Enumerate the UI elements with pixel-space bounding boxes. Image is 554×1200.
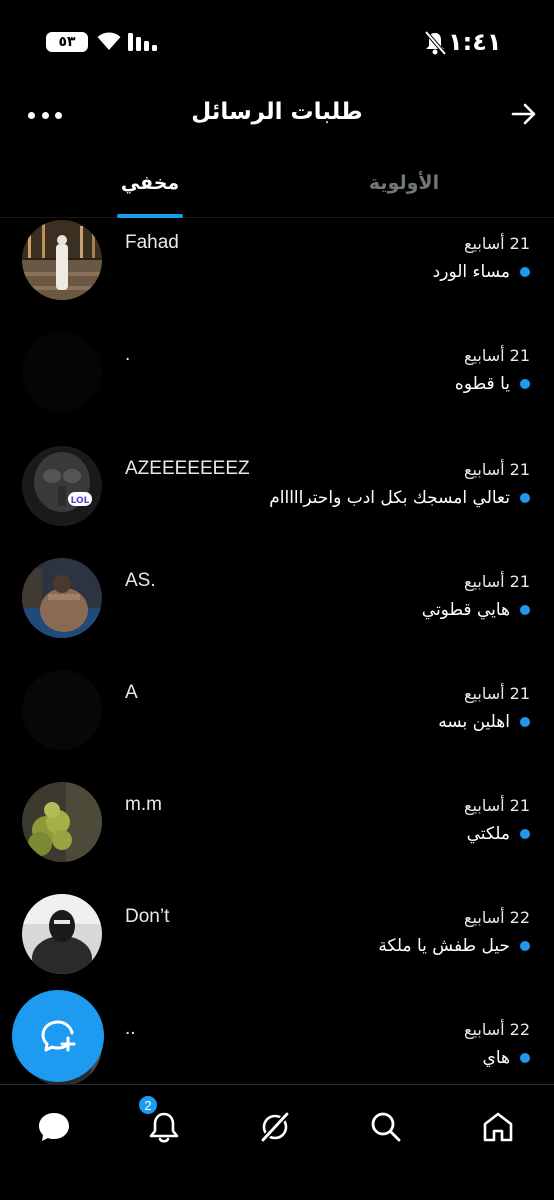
message-text: هايي قطوتي (421, 600, 510, 620)
search-icon (371, 1112, 401, 1142)
unread-dot (520, 493, 530, 503)
avatar[interactable] (22, 894, 102, 974)
unread-dot (520, 267, 530, 277)
conversation-row[interactable]: A 21 أسابيع اهلين بسه (0, 668, 554, 780)
message-time: 21 أسابيع (464, 684, 530, 703)
new-message-icon (41, 1020, 76, 1052)
page-title-text: طلبات الرسائل (191, 99, 363, 125)
tab-hidden[interactable]: مخفي (110, 160, 190, 218)
sender-name: Don’t (125, 906, 170, 927)
sender-name: . (125, 344, 131, 365)
notifications-badge: 2 (138, 1095, 158, 1115)
nav-search[interactable] (358, 1099, 414, 1155)
unread-dot (520, 941, 530, 951)
tab-label: مخفي (120, 172, 180, 194)
avatar[interactable] (22, 332, 102, 412)
unread-dot (520, 379, 530, 389)
message-time: 21 أسابيع (464, 460, 530, 479)
message-time: 21 أسابيع (464, 572, 530, 591)
header: طلبات الرسائل (0, 86, 554, 146)
message-time: 22 أسابيع (464, 908, 530, 927)
message-text: يا قطوه (454, 374, 510, 394)
conversation-row[interactable]: AS. 21 أسابيع هايي قطوتي (0, 556, 554, 668)
home-icon (483, 1112, 513, 1142)
message-text: حيل طفش يا ملكة (378, 936, 510, 956)
message-preview: هاي (483, 1048, 530, 1068)
nav-grok[interactable] (247, 1099, 303, 1155)
bottom-nav: 2 (0, 1084, 554, 1200)
sender-name: AS. (125, 570, 156, 591)
message-preview: هايي قطوتي (422, 600, 530, 620)
nav-home[interactable] (470, 1099, 526, 1155)
notifications-icon (149, 1112, 179, 1143)
status-bar: ٥٣ ١:٤١ (0, 0, 554, 84)
sender-name: Fahad (125, 232, 179, 253)
message-preview: تعالي امسجك بكل ادب واحترااااام (269, 488, 530, 508)
signal-icon (128, 33, 157, 51)
message-time: 22 أسابيع (464, 1020, 530, 1039)
message-text: تعالي امسجك بكل ادب واحترااااام (269, 488, 510, 508)
unread-dot (520, 829, 530, 839)
nav-messages[interactable] (26, 1099, 82, 1155)
message-text: هاي (482, 1048, 510, 1068)
new-message-button[interactable] (12, 990, 104, 1082)
conversation-row[interactable]: Fahad 21 أسابيع مساء الورد (0, 218, 554, 330)
avatar[interactable] (22, 782, 102, 862)
sender-name: .. (125, 1018, 136, 1039)
message-preview: يا قطوه (455, 374, 530, 394)
message-preview: حيل طفش يا ملكة (378, 936, 530, 956)
message-preview: اهلين بسه (438, 712, 530, 732)
page-title: طلبات الرسائل (0, 99, 554, 125)
back-arrow-icon[interactable] (510, 100, 538, 128)
conversation-row[interactable]: LOL AZEEEEEEEZ 21 أسابيع تعالي امسجك بكل… (0, 444, 554, 556)
tabs: مخفي الأولوية (0, 160, 554, 218)
avatar[interactable] (22, 670, 102, 750)
messages-icon (39, 1113, 69, 1141)
message-time: 21 أسابيع (464, 346, 530, 365)
unread-dot (520, 605, 530, 615)
conversation-list: Fahad 21 أسابيع مساء الورد . 21 أسابيع ي… (0, 218, 554, 1084)
avatar[interactable] (22, 558, 102, 638)
svg-text:LOL: LOL (71, 496, 90, 506)
message-requests-screen: ٥٣ ١:٤١ طلبات الرسائل مخفي الأولوية Faha… (0, 0, 554, 1200)
message-text: اهلين بسه (438, 712, 510, 732)
sender-name: AZEEEEEEEZ (125, 458, 250, 479)
message-text: مساء الورد (432, 262, 510, 282)
message-preview: ملكتي (467, 824, 530, 844)
message-time: 21 أسابيع (464, 234, 530, 253)
tab-priority[interactable]: الأولوية (356, 160, 452, 218)
wifi-icon (97, 32, 121, 50)
status-time: ١:٤١ (448, 28, 502, 56)
conversation-row[interactable]: . 21 أسابيع يا قطوه (0, 330, 554, 442)
sender-name: A (125, 682, 138, 703)
message-preview: مساء الورد (433, 262, 530, 282)
avatar[interactable] (22, 220, 102, 300)
message-text: ملكتي (466, 824, 510, 844)
mute-bell-icon (424, 30, 446, 56)
tab-label: الأولوية (368, 172, 440, 194)
conversation-row[interactable]: m.m 21 أسابيع ملكتي (0, 780, 554, 892)
grok-icon (259, 1110, 291, 1144)
battery-icon: ٥٣ (46, 32, 88, 52)
message-time: 21 أسابيع (464, 796, 530, 815)
conversation-row[interactable]: Don’t 22 أسابيع حيل طفش يا ملكة (0, 892, 554, 1004)
avatar[interactable]: LOL (22, 446, 102, 526)
unread-dot (520, 1053, 530, 1063)
sender-name: m.m (125, 794, 162, 815)
battery-level: ٥٣ (58, 34, 76, 50)
unread-dot (520, 717, 530, 727)
